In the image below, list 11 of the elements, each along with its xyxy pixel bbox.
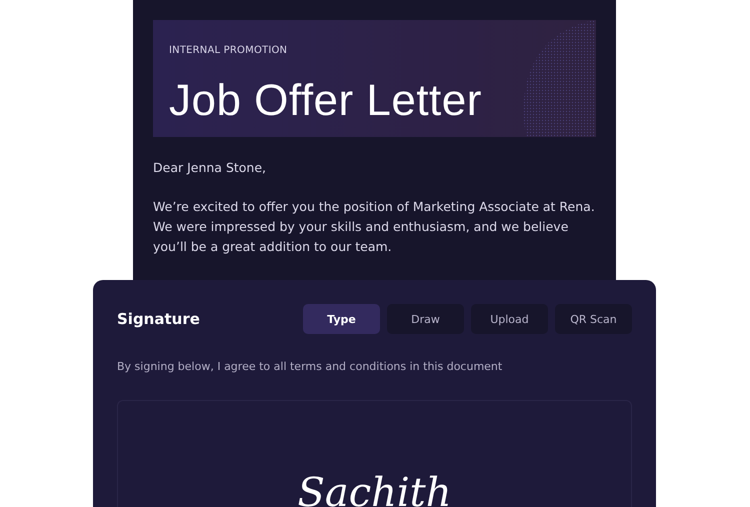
signature-tab[interactable]: QR Scan	[555, 304, 632, 334]
letter-title: Job Offer Letter	[169, 79, 482, 123]
agreement-text: By signing below, I agree to all terms and conditions in this document	[117, 360, 504, 373]
signature-field[interactable]: Sachith	[117, 400, 632, 507]
signature-tab[interactable]: Draw	[387, 304, 464, 334]
letter-body-text: We’re excited to offer you the position of Marketing Associate at Rena. We were impressed by your skills and enthusiasm, and we believe you’ll be a great addition to our team.	[153, 198, 596, 256]
signature-tab[interactable]: Type	[303, 304, 380, 334]
signature-tab[interactable]: Upload	[471, 304, 548, 334]
eyebrow-label: INTERNAL PROMOTION	[169, 45, 288, 56]
greeting-text: Dear Jenna Stone,	[153, 159, 268, 177]
signature-heading: Signature	[117, 310, 200, 328]
